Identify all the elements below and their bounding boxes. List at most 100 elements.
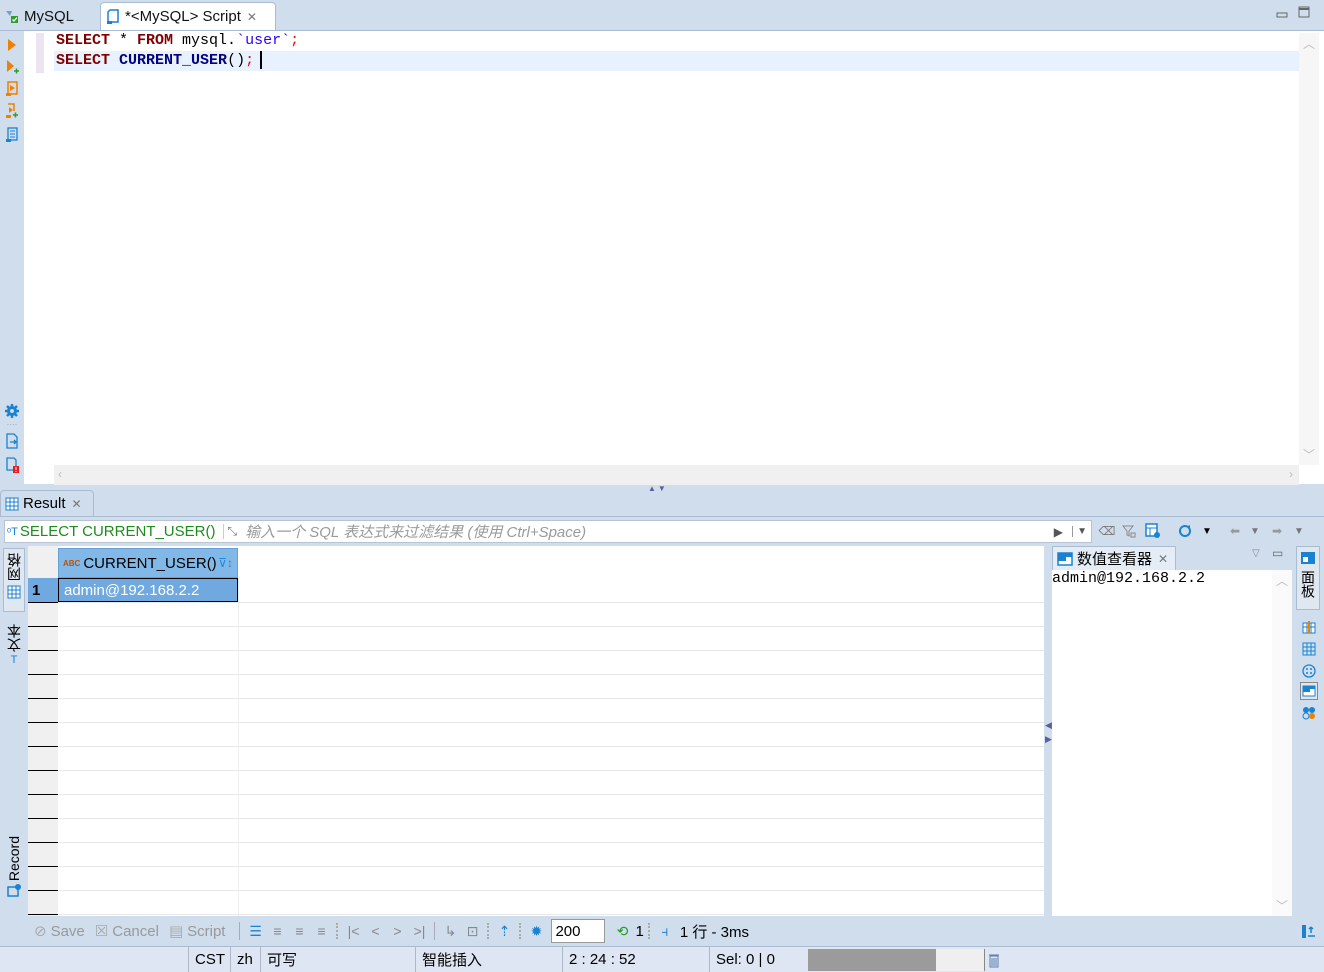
grid-icon: [7, 585, 21, 602]
previous-page-icon[interactable]: <: [364, 923, 386, 939]
export-data-icon[interactable]: ⇡: [493, 923, 515, 940]
filter-input[interactable]: ᵒT SELECT CURRENT_USER() ⤡ 输入一个 SQL 表达式来…: [4, 520, 1092, 543]
minimize-panel-icon[interactable]: ▭: [1272, 546, 1283, 560]
tab-grid[interactable]: 网格: [3, 548, 25, 612]
table-settings-icon[interactable]: [1144, 522, 1162, 540]
close-tab-icon[interactable]: ✕: [247, 10, 257, 24]
grid-row-line: [28, 626, 1044, 627]
refresh-icon[interactable]: ⟲: [611, 923, 633, 940]
scroll-right-icon[interactable]: ›: [1289, 467, 1293, 481]
export-icon[interactable]: [4, 433, 20, 449]
last-page-icon[interactable]: >|: [408, 923, 430, 939]
garbage-collect-icon[interactable]: [984, 949, 1002, 971]
close-tab-icon[interactable]: ✕: [72, 497, 82, 511]
expand-icon[interactable]: ⤡: [223, 524, 237, 539]
row-number-divider: [28, 818, 58, 819]
execute-in-new-tab-icon[interactable]: [4, 59, 20, 75]
row-number[interactable]: 1: [28, 578, 58, 602]
code-line-2[interactable]: SELECT CURRENT_USER();: [54, 51, 1299, 71]
row-number-divider: [28, 602, 58, 603]
execute-script-new-tab-icon[interactable]: [4, 103, 20, 119]
tab-record[interactable]: Record: [3, 836, 25, 914]
back-dropdown-icon[interactable]: ▼: [1246, 522, 1264, 540]
row-number-divider: [28, 770, 58, 771]
settings-icon[interactable]: [4, 403, 20, 419]
value-viewer-content[interactable]: admin@192.168.2.2: [1052, 570, 1205, 587]
refresh-mode-dropdown-icon[interactable]: ▼: [1198, 522, 1216, 540]
forward-dropdown-icon[interactable]: ▼: [1290, 522, 1308, 540]
column-stats-icon[interactable]: [1300, 618, 1318, 636]
maximize-icon[interactable]: [1298, 5, 1312, 18]
code-token: FROM: [137, 32, 174, 49]
tab-value-viewer[interactable]: 数值查看器 ✕: [1052, 546, 1176, 570]
script-button[interactable]: ▤ Script: [169, 922, 226, 941]
toolbar-divider: ····: [6, 419, 18, 429]
forward-icon[interactable]: ➡: [1268, 522, 1286, 540]
execute-statement-icon[interactable]: [4, 37, 20, 53]
tab-panels[interactable]: 面板: [1296, 546, 1320, 610]
code-token: mysql.: [173, 32, 237, 49]
scroll-left-icon[interactable]: ‹: [58, 467, 62, 481]
column-header[interactable]: ABC CURRENT_USER() ⊽↕: [58, 548, 238, 578]
delete-row-icon[interactable]: ≡: [310, 923, 332, 939]
filter-placeholder: 输入一个 SQL 表达式来过滤结果 (使用 Ctrl+Space): [245, 524, 587, 541]
fetch-settings-icon[interactable]: ✹: [525, 923, 547, 940]
filter-history-dropdown-icon[interactable]: ▼: [1072, 526, 1087, 537]
mysql-connection-icon: [4, 8, 20, 24]
copy-row-icon[interactable]: ≡: [288, 923, 310, 939]
toolbar-separator: [647, 923, 650, 939]
collapse-left-icon[interactable]: ◀: [1045, 720, 1052, 731]
grid-row-line: [28, 914, 1044, 915]
code-area[interactable]: SELECT * FROM mysql.`user`; SELECT CURRE…: [54, 31, 1299, 465]
scroll-up-icon[interactable]: ︿: [1276, 572, 1288, 589]
cancel-button[interactable]: ☒ Cancel: [95, 922, 159, 941]
problems-icon[interactable]: [4, 457, 20, 473]
sort-filter-icon[interactable]: ⊽↕: [218, 556, 233, 570]
minimize-icon[interactable]: [1276, 6, 1290, 18]
script-label: Script: [187, 922, 226, 940]
execute-script-icon[interactable]: [4, 81, 20, 97]
apply-filter-icon[interactable]: ▶: [1054, 525, 1063, 539]
save-button[interactable]: ⊘ Save: [34, 922, 85, 941]
view-menu-icon[interactable]: ▽: [1252, 548, 1260, 559]
restore-panel-icon[interactable]: [1300, 922, 1318, 940]
code-line-1[interactable]: SELECT * FROM mysql.`user`;: [54, 31, 1299, 51]
tab-script[interactable]: *<MySQL> Script ✕: [100, 2, 276, 30]
editor-vertical-scrollbar[interactable]: ︿ ﹀: [1299, 33, 1319, 465]
grid-cell[interactable]: admin@192.168.2.2: [58, 578, 238, 602]
tab-text[interactable]: 文本 T: [3, 624, 25, 678]
value-viewer-panel[interactable]: admin@192.168.2.2 ︿ ﹀: [1052, 570, 1292, 916]
tab-label: *<MySQL> Script: [125, 8, 241, 25]
tab-result[interactable]: Result ✕: [0, 490, 94, 516]
panel-splitter[interactable]: ◀ ▶: [1044, 546, 1052, 916]
close-tab-icon[interactable]: ✕: [1158, 552, 1168, 566]
scroll-up-icon[interactable]: ︿: [1303, 35, 1315, 52]
fetch-size-input[interactable]: 200: [551, 919, 606, 943]
add-row-icon[interactable]: ≡: [266, 923, 288, 939]
metadata-icon[interactable]: [1300, 704, 1318, 722]
code-token: (): [227, 52, 246, 69]
fetch-next-icon[interactable]: ↳: [439, 923, 461, 940]
scroll-down-icon[interactable]: ﹀: [1303, 446, 1315, 463]
value-viewer-scrollbar[interactable]: ︿ ﹀: [1272, 570, 1292, 916]
next-page-icon[interactable]: >: [386, 923, 408, 939]
row-info: 1 行 - 3ms: [679, 923, 749, 941]
fetch-all-icon[interactable]: ⊡: [461, 923, 483, 940]
back-icon[interactable]: ⬅: [1226, 522, 1244, 540]
sql-editor: ···· SELECT * FROM mysql.`user`; SELECT …: [0, 30, 1324, 485]
refresh-mode-icon[interactable]: [1176, 522, 1194, 540]
expand-right-icon[interactable]: ▶: [1045, 734, 1052, 745]
pattern-icon[interactable]: [1300, 640, 1318, 658]
editor-horizontal-scrollbar[interactable]: ‹ ›: [54, 465, 1299, 485]
first-page-icon[interactable]: |<: [342, 923, 364, 939]
references-icon[interactable]: [1300, 662, 1318, 680]
explain-plan-icon[interactable]: [4, 127, 20, 143]
value-viewer-toggle-icon[interactable]: [1300, 682, 1318, 700]
scroll-down-icon[interactable]: ﹀: [1276, 897, 1288, 914]
tab-mysql[interactable]: MySQL: [0, 2, 98, 30]
filter-settings-icon[interactable]: [1120, 522, 1138, 540]
edit-row-icon[interactable]: ☰: [244, 923, 266, 940]
result-grid[interactable]: ABC CURRENT_USER() ⊽↕ 1 admin@192.168.2.…: [28, 546, 1044, 916]
panel-resize-sash[interactable]: ▲▼: [648, 484, 672, 493]
clear-filter-icon[interactable]: ⌫: [1098, 522, 1116, 540]
